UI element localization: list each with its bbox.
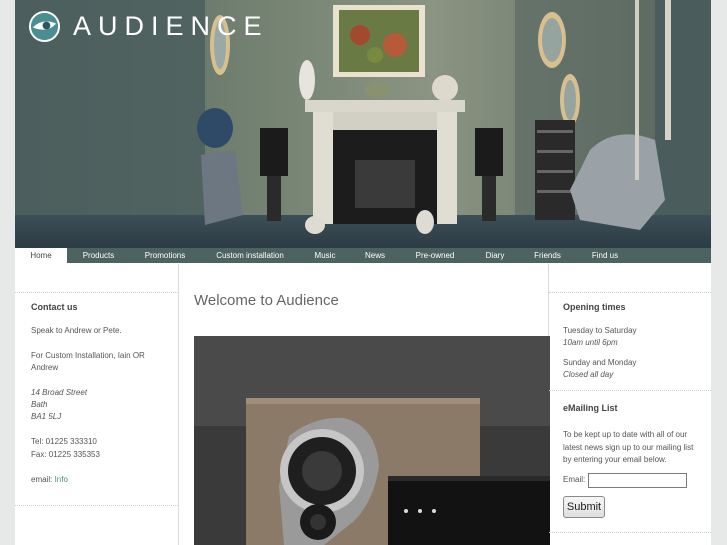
- main-nav: Home Products Promotions Custom installa…: [15, 248, 711, 263]
- nav-item-music[interactable]: Music: [300, 248, 350, 263]
- contact-column: Contact us Speak to Andrew or Pete. For …: [15, 264, 178, 545]
- contact-heading: Contact us: [31, 302, 78, 312]
- mailing-desc-line: To be kept up to date with all of our: [563, 430, 688, 439]
- email-row: Email:: [563, 473, 688, 488]
- header-banner: AUDIENCE: [15, 0, 711, 248]
- nav-item-diary[interactable]: Diary: [470, 248, 520, 263]
- nav-item-friends[interactable]: Friends: [520, 248, 575, 263]
- mailing-list-panel: eMailing List To be kept up to date with…: [549, 390, 711, 535]
- email-info-link[interactable]: Info: [55, 475, 68, 484]
- page-title: Welcome to Audience: [194, 292, 339, 309]
- brand-logo[interactable]: AUDIENCE: [28, 10, 269, 43]
- nav-item-promotions[interactable]: Promotions: [130, 248, 200, 263]
- eye-logo-icon: [28, 10, 61, 43]
- contact-email-row: email: Info: [31, 474, 68, 487]
- mailing-desc-line: latest news sign up to our mailing list: [563, 442, 694, 452]
- main-content: Welcome to Audience: [178, 264, 550, 545]
- page: AUDIENCE Home Products Promotions Custom…: [15, 0, 711, 545]
- mailing-desc-line: by entering your email below.: [563, 455, 667, 464]
- opening-times-panel: Opening times Tuesday to Saturday 10am u…: [549, 292, 711, 390]
- address-line: BA1 5LJ: [31, 412, 62, 421]
- nav-item-home[interactable]: Home: [15, 248, 67, 263]
- email-field[interactable]: [588, 473, 688, 488]
- mailing-heading: eMailing List: [563, 403, 618, 413]
- info-column: Opening times Tuesday to Saturday 10am u…: [549, 264, 711, 545]
- weekday-label: Tuesday to Saturday: [563, 326, 637, 335]
- opening-heading: Opening times: [563, 302, 626, 312]
- nav-item-news[interactable]: News: [350, 248, 400, 263]
- divider: [15, 505, 178, 506]
- divider: [549, 532, 711, 533]
- email-field-label: Email:: [563, 475, 586, 485]
- brand-name: AUDIENCE: [73, 11, 269, 41]
- contact-custom-line1: For Custom Installation, Iain OR: [31, 351, 145, 360]
- nav-item-products[interactable]: Products: [67, 248, 130, 263]
- contact-panel: Contact us Speak to Andrew or Pete. For …: [15, 292, 178, 506]
- address-line: 14 Broad Street: [31, 388, 88, 397]
- email-label: email:: [31, 475, 55, 484]
- nav-item-pre-owned[interactable]: Pre-owned: [400, 248, 470, 263]
- product-promo-image[interactable]: [194, 336, 550, 545]
- contact-fax: Fax: 01225 335353: [31, 450, 100, 459]
- mailing-description: To be kept up to date with all of our la…: [563, 429, 703, 467]
- weekend-hours: Closed all day: [563, 370, 614, 379]
- address-line: Bath: [31, 400, 48, 409]
- contact-tel: Tel: 01225 333310: [31, 437, 97, 446]
- weekday-hours: 10am until 6pm: [563, 338, 618, 347]
- mailing-form: Email: Submit: [563, 467, 688, 518]
- contact-custom-line2: Andrew: [31, 363, 59, 372]
- weekend-label: Sunday and Monday: [563, 358, 637, 367]
- nav-item-custom-installation[interactable]: Custom installation: [200, 248, 300, 263]
- speaker-product-photo: [194, 336, 550, 545]
- nav-item-find-us[interactable]: Find us: [575, 248, 635, 263]
- contact-speak: Speak to Andrew or Pete.: [31, 326, 122, 335]
- submit-button[interactable]: Submit: [563, 496, 605, 518]
